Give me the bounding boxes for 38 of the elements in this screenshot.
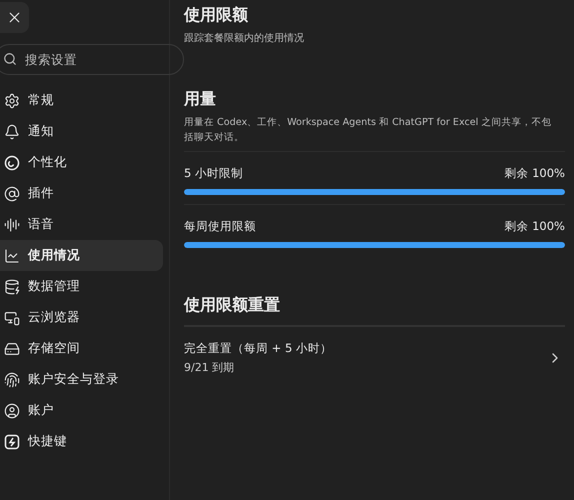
limit-name: 5 小时限制 (184, 166, 243, 181)
lightning-icon (4, 434, 20, 450)
audio-wave-icon (4, 216, 20, 232)
sidebar-item[interactable]: 插件 (0, 178, 163, 209)
sidebar-item[interactable]: 数据管理 (0, 271, 163, 302)
chart-icon (4, 248, 20, 264)
database-icon (4, 278, 20, 294)
search-field[interactable]: 搜索设置 (0, 44, 184, 75)
settings-icon (4, 92, 20, 108)
sidebar-item[interactable]: 云浏览器 (0, 302, 163, 333)
sidebar-item[interactable]: 常规 (0, 85, 163, 116)
limit-reading: 剩余 100% (504, 219, 565, 234)
sidebar-item[interactable]: 账户 (0, 395, 163, 426)
reset-title: 完全重置（每周 + 5 小时） (184, 341, 332, 356)
close-button[interactable] (0, 2, 29, 33)
section-description: 用量在 Codex、工作、Workspace Agents 和 ChatGPT for Excel 之间共享，不包括聊天对话。 (184, 116, 552, 145)
monitor-icon (4, 310, 20, 326)
at-sign-icon (4, 186, 20, 202)
sidebar-item[interactable]: 个性化 (0, 147, 163, 178)
sidebar-item[interactable]: 通知 (0, 116, 163, 147)
reset-expiry: 9/21 到期 (184, 360, 236, 375)
limit-name: 每周使用限额 (184, 219, 256, 234)
sidebar-item[interactable]: 使用情况 (0, 240, 163, 271)
swirl-icon (4, 154, 20, 170)
bell-icon (4, 124, 20, 140)
search-icon (3, 52, 17, 66)
section-title: 用量 (184, 89, 217, 110)
page-title: 使用限额 (184, 5, 249, 26)
sidebar-item[interactable]: 快捷键 (0, 426, 163, 457)
section-title: 使用限额重置 (184, 295, 281, 316)
sidebar-item[interactable]: 账户安全与登录 (0, 364, 163, 395)
page-subtitle: 跟踪套餐限额内的使用情况 (184, 32, 305, 45)
sidebar-item[interactable]: 存储空间 (0, 333, 163, 364)
sidebar-item[interactable]: 语音 (0, 209, 163, 240)
limit-reading: 剩余 100% (504, 166, 565, 181)
drive-icon (4, 340, 20, 356)
user-icon (4, 402, 20, 418)
fingerprint-icon (4, 372, 20, 388)
